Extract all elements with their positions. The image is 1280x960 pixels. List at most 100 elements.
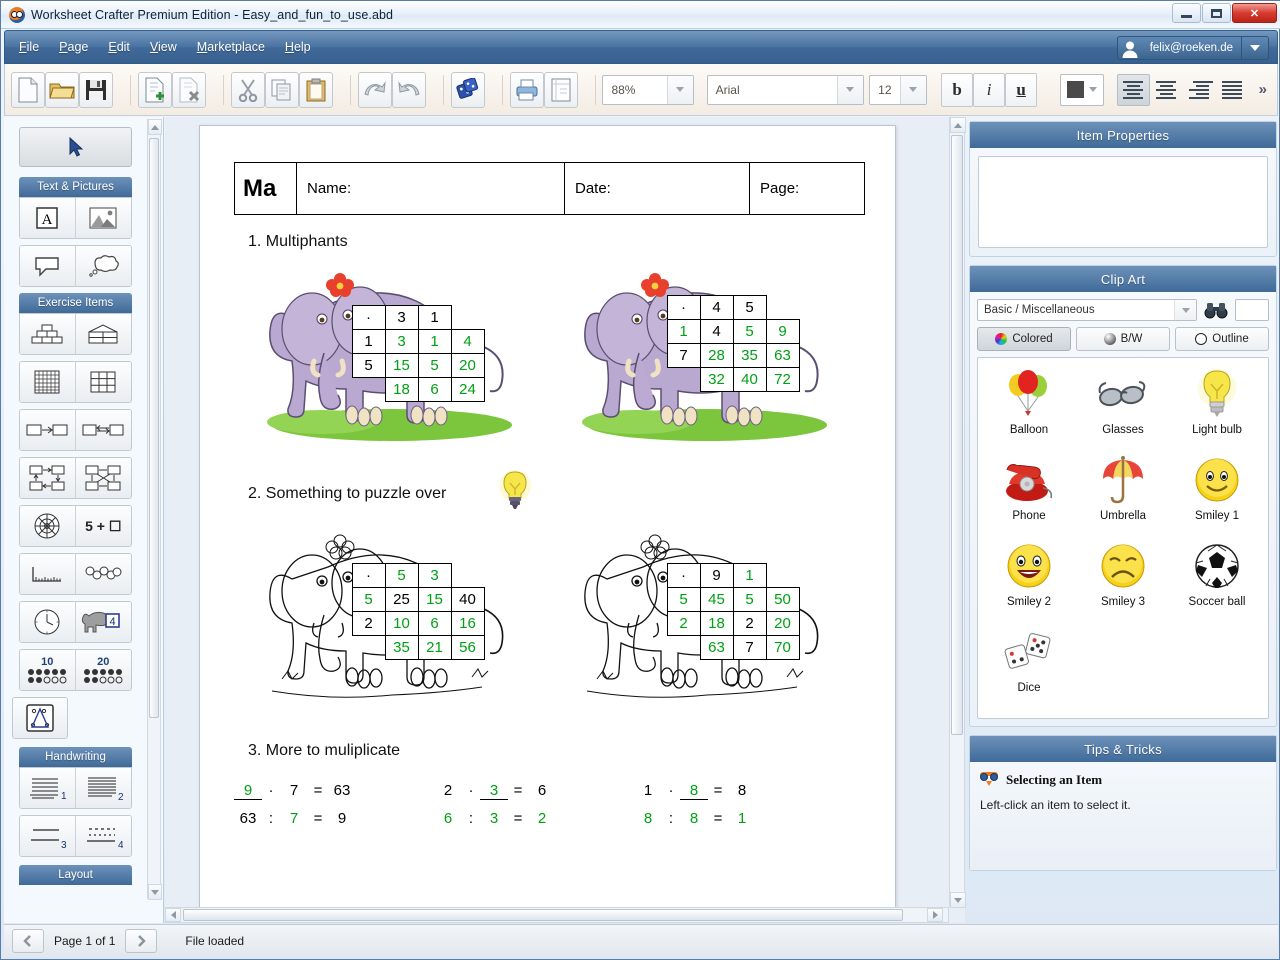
clip-art-item[interactable]: Smiley 3 — [1076, 536, 1170, 622]
new-document-icon[interactable] — [11, 72, 45, 108]
grid-cell[interactable]: 5 — [733, 296, 766, 320]
scroll-down-button[interactable] — [148, 884, 162, 900]
align-left-button[interactable] — [1117, 74, 1150, 106]
elephant-item-1[interactable]: ·31131451552018624 — [252, 257, 532, 452]
grid-cell[interactable]: 3 — [385, 306, 418, 330]
grid-cell[interactable]: 35 — [733, 344, 766, 368]
grid-cell[interactable] — [667, 368, 700, 392]
filter-outline-button[interactable]: Outline — [1175, 327, 1269, 351]
next-page-button[interactable] — [125, 929, 157, 953]
menu-item-view[interactable]: View — [150, 40, 177, 54]
spider-web-icon[interactable] — [20, 506, 76, 546]
bead-chain-icon[interactable] — [76, 554, 132, 594]
worksheet-canvas[interactable]: Ma Name: Date: Page: 1. Multiphants — [165, 117, 965, 923]
grid-cell[interactable]: 5 — [352, 354, 385, 378]
delete-page-icon[interactable] — [172, 72, 206, 108]
text-box-icon[interactable]: A — [20, 198, 76, 238]
previous-page-button[interactable] — [12, 929, 44, 953]
menu-item-help[interactable]: Help — [285, 40, 311, 54]
grid-cell[interactable]: 1 — [352, 330, 385, 354]
tool-palette-scrollbar[interactable] — [147, 119, 161, 899]
speech-bubble-icon[interactable] — [20, 246, 76, 286]
grid-cell[interactable]: 4 — [451, 330, 484, 354]
equation-icon[interactable]: 5 + ☐ — [76, 506, 132, 546]
grid-cell[interactable]: 4 — [700, 320, 733, 344]
account-dropdown-icon[interactable] — [1242, 37, 1268, 59]
grid-cell[interactable]: 5 — [418, 354, 451, 378]
undo-icon[interactable] — [358, 72, 392, 108]
grid-cell[interactable]: 24 — [451, 378, 484, 402]
grid-cell[interactable]: 5 — [385, 564, 418, 588]
number-network-icon[interactable] — [20, 458, 76, 498]
grid-cell[interactable]: 5 — [352, 588, 385, 612]
grid-cell[interactable]: 1 — [418, 330, 451, 354]
print-icon[interactable] — [510, 72, 544, 108]
grid-cell[interactable]: 20 — [766, 612, 799, 636]
multiplication-grid-2[interactable]: ·4514597283563324072 — [667, 295, 800, 392]
equation-row[interactable]: 63:7=9 — [234, 810, 434, 827]
canvas-vertical-scrollbar[interactable] — [949, 117, 965, 907]
copy-icon[interactable] — [265, 72, 299, 108]
grid-cell[interactable] — [451, 306, 484, 330]
elephant-item-4[interactable]: ·9154555021822063770 — [567, 519, 847, 714]
font-family-combobox[interactable]: Arial — [707, 75, 864, 105]
chevron-down-icon[interactable] — [667, 76, 693, 104]
multiplication-grid-1[interactable]: ·31131451552018624 — [352, 305, 485, 402]
grid-cell[interactable]: · — [667, 296, 700, 320]
grid-cell[interactable]: 15 — [385, 354, 418, 378]
clip-art-item[interactable]: Soccer ball — [1170, 536, 1264, 622]
scroll-right-button[interactable] — [927, 908, 943, 922]
clip-art-item[interactable]: Balloon — [982, 364, 1076, 450]
grid-cell[interactable]: 6 — [418, 378, 451, 402]
clip-art-list[interactable]: BalloonGlassesLight bulbPhoneUmbrellaSmi… — [977, 357, 1269, 719]
arrow-chain-back-icon[interactable] — [76, 410, 132, 450]
grid-cell[interactable]: 70 — [766, 636, 799, 660]
grid-cell[interactable]: 25 — [385, 588, 418, 612]
item-properties-content[interactable] — [978, 156, 1268, 248]
save-icon[interactable] — [79, 72, 113, 108]
menu-item-marketplace[interactable]: Marketplace — [197, 40, 265, 54]
lines-icon-3[interactable]: 3 — [20, 816, 76, 856]
grid-cell[interactable]: 1 — [733, 564, 766, 588]
dot-field-icon-20[interactable]: 20 — [76, 650, 132, 690]
scroll-left-button[interactable] — [165, 908, 181, 922]
coarse-grid-icon[interactable] — [76, 362, 132, 402]
scrollbar-thumb[interactable] — [951, 135, 963, 735]
cut-icon[interactable] — [231, 72, 265, 108]
scroll-up-button[interactable] — [950, 117, 966, 133]
grid-cell[interactable]: 5 — [667, 588, 700, 612]
scroll-up-button[interactable] — [148, 119, 162, 135]
grid-cell[interactable]: 1 — [667, 320, 700, 344]
chevron-down-icon[interactable] — [837, 76, 863, 104]
grid-cell[interactable]: 35 — [385, 636, 418, 660]
elephant-item-2[interactable]: ·4514597283563324072 — [567, 257, 847, 452]
lines-icon-2[interactable]: 2 — [76, 768, 132, 808]
grid-cell[interactable]: 40 — [451, 588, 484, 612]
grid-cell[interactable]: 3 — [418, 564, 451, 588]
clip-art-category-select[interactable]: Basic / Miscellaneous — [977, 299, 1197, 321]
chevron-down-icon[interactable] — [1084, 87, 1102, 92]
crossed-network-icon[interactable] — [76, 458, 132, 498]
fine-grid-icon[interactable] — [20, 362, 76, 402]
chevron-down-icon[interactable] — [1174, 300, 1196, 320]
scrollbar-thumb[interactable] — [149, 138, 159, 718]
clip-art-item[interactable]: Glasses — [1076, 364, 1170, 450]
equation-row[interactable]: 8:8=1 — [634, 810, 834, 827]
elephant-item-3[interactable]: ·535251540210616352156 — [252, 519, 532, 714]
multiplication-grid-4[interactable]: ·9154555021822063770 — [667, 563, 800, 660]
grid-cell[interactable] — [766, 564, 799, 588]
underline-button[interactable]: u — [1005, 73, 1037, 107]
grid-cell[interactable]: · — [667, 564, 700, 588]
add-page-icon[interactable] — [138, 72, 172, 108]
ruler-icon[interactable] — [20, 554, 76, 594]
filter-colored-button[interactable]: Colored — [977, 327, 1071, 351]
clip-art-item[interactable]: Smiley 1 — [1170, 450, 1264, 536]
grid-cell[interactable]: 9 — [766, 320, 799, 344]
paste-icon[interactable] — [299, 72, 333, 108]
clip-art-item[interactable]: Phone — [982, 450, 1076, 536]
clip-art-item[interactable]: Umbrella — [1076, 450, 1170, 536]
grid-cell[interactable]: 16 — [451, 612, 484, 636]
clip-art-search-input[interactable] — [1235, 299, 1269, 321]
grid-cell[interactable]: 56 — [451, 636, 484, 660]
align-right-button[interactable] — [1183, 74, 1216, 106]
